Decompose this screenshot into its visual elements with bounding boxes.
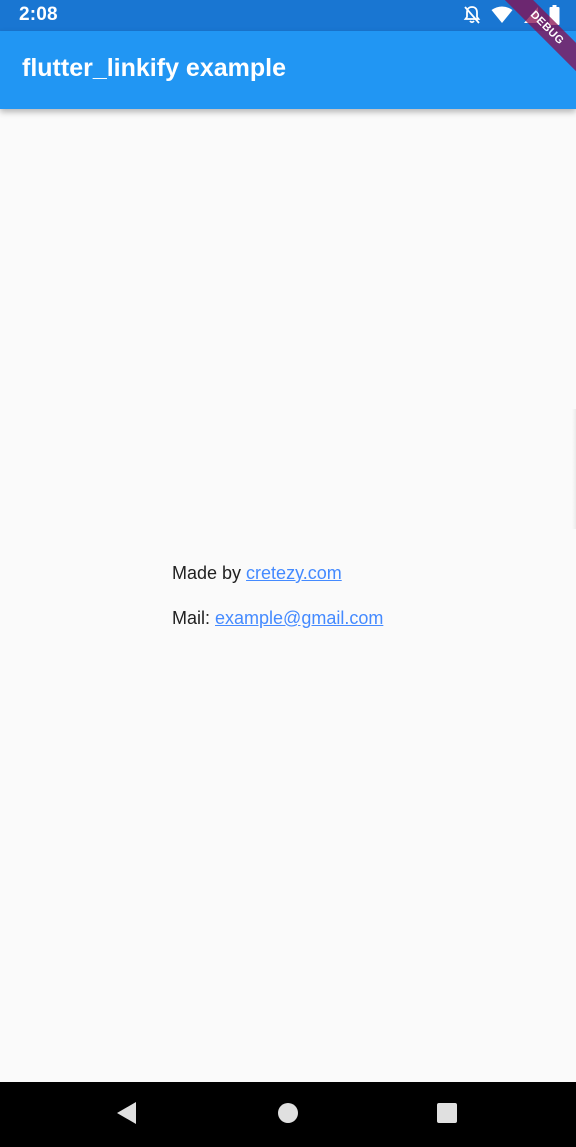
overscroll-glow bbox=[572, 409, 576, 529]
app-bar: flutter_linkify example bbox=[0, 31, 576, 109]
main-content: Made by cretezy.com Mail: example@gmail.… bbox=[0, 109, 576, 1082]
back-icon bbox=[116, 1101, 138, 1130]
notifications-off-icon bbox=[463, 5, 481, 25]
status-bar: 2:08 bbox=[0, 0, 576, 31]
mail-line: Mail: example@gmail.com bbox=[172, 608, 383, 629]
recents-button[interactable] bbox=[434, 1102, 460, 1128]
wifi-icon bbox=[491, 6, 513, 24]
made-by-label: Made by bbox=[172, 563, 247, 583]
app-title: flutter_linkify example bbox=[22, 54, 286, 82]
status-time: 2:08 bbox=[19, 4, 58, 25]
navigation-bar bbox=[0, 1082, 576, 1147]
email-link[interactable]: example@gmail.com bbox=[215, 608, 383, 628]
back-button[interactable] bbox=[114, 1101, 140, 1130]
website-link[interactable]: cretezy.com bbox=[246, 563, 342, 583]
home-icon bbox=[276, 1101, 300, 1130]
mail-label: Mail: bbox=[172, 608, 216, 628]
app-screen: 2:08 flutter_linkify example DEBUG Made … bbox=[0, 0, 576, 1147]
home-button[interactable] bbox=[275, 1102, 301, 1128]
made-by-line: Made by cretezy.com bbox=[172, 563, 342, 584]
recents-icon bbox=[436, 1102, 458, 1129]
